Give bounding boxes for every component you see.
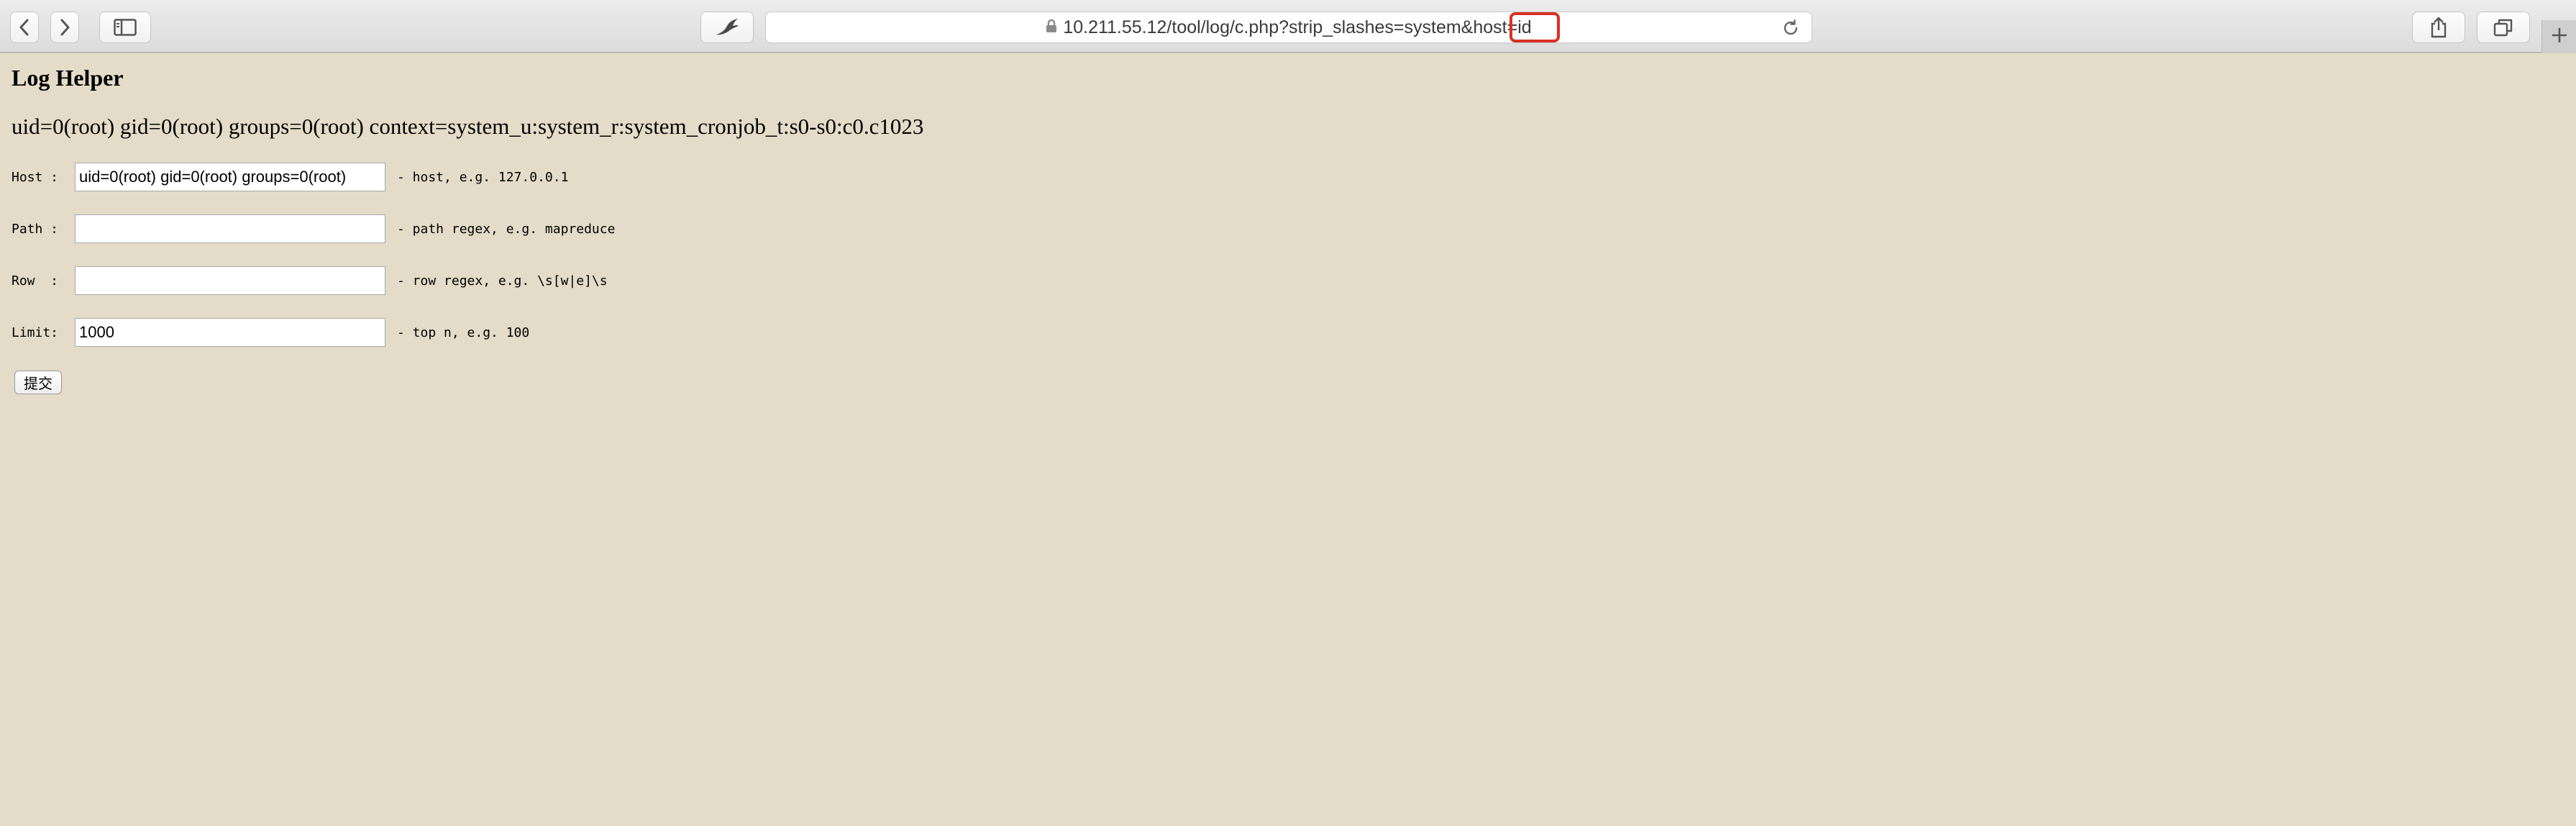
share-icon bbox=[2430, 17, 2447, 38]
back-button[interactable] bbox=[10, 12, 39, 43]
share-button[interactable] bbox=[2412, 12, 2465, 43]
path-label: Path : bbox=[12, 221, 59, 237]
host-hint: - host, e.g. 127.0.0.1 bbox=[397, 169, 569, 185]
path-row: Path : - path regex, e.g. mapreduce bbox=[12, 214, 615, 243]
row-hint: - row regex, e.g. \s[w|e]\s bbox=[397, 273, 608, 289]
submit-button[interactable]: 提交 bbox=[14, 371, 62, 394]
command-output: uid=0(root) gid=0(root) groups=0(root) c… bbox=[12, 114, 924, 139]
tabs-overview-button[interactable] bbox=[2477, 12, 2530, 43]
sidebar-icon bbox=[114, 19, 137, 36]
limit-input[interactable] bbox=[75, 318, 385, 347]
row-input[interactable] bbox=[75, 266, 385, 295]
browser-toolbar: 10.211.55.12/tool/log/c.php?strip_slashe… bbox=[0, 0, 2576, 53]
row-row: Row : - row regex, e.g. \s[w|e]\s bbox=[12, 266, 608, 295]
host-row: Host : - host, e.g. 127.0.0.1 bbox=[12, 163, 568, 191]
chevron-right-icon bbox=[59, 18, 70, 37]
url-prefix: 10.211.55.12/tool/log/c.php?strip_slashe… bbox=[1063, 17, 1507, 37]
reload-icon[interactable] bbox=[1781, 19, 1800, 41]
tabs-overview-icon bbox=[2493, 18, 2513, 37]
host-input[interactable] bbox=[75, 163, 385, 191]
url-text: 10.211.55.12/tool/log/c.php?strip_slashe… bbox=[1063, 17, 1531, 38]
new-tab-button[interactable] bbox=[2541, 20, 2576, 53]
bird-icon bbox=[714, 17, 740, 37]
sidebar-button[interactable] bbox=[99, 12, 151, 43]
limit-hint: - top n, e.g. 100 bbox=[397, 324, 530, 340]
lock-icon bbox=[1046, 17, 1057, 38]
chevron-left-icon bbox=[19, 18, 30, 37]
forward-button[interactable] bbox=[50, 12, 79, 43]
limit-label: Limit: bbox=[12, 324, 59, 340]
host-label: Host : bbox=[12, 169, 59, 185]
page-title: Log Helper bbox=[12, 65, 124, 91]
address-bar[interactable]: 10.211.55.12/tool/log/c.php?strip_slashe… bbox=[765, 12, 1812, 43]
limit-row: Limit: - top n, e.g. 100 bbox=[12, 318, 529, 347]
path-input[interactable] bbox=[75, 214, 385, 243]
path-hint: - path regex, e.g. mapreduce bbox=[397, 221, 616, 237]
url-param-highlight bbox=[1509, 12, 1560, 42]
plus-icon bbox=[2550, 26, 2569, 48]
extension-button[interactable] bbox=[700, 12, 754, 43]
row-label: Row : bbox=[12, 273, 59, 289]
